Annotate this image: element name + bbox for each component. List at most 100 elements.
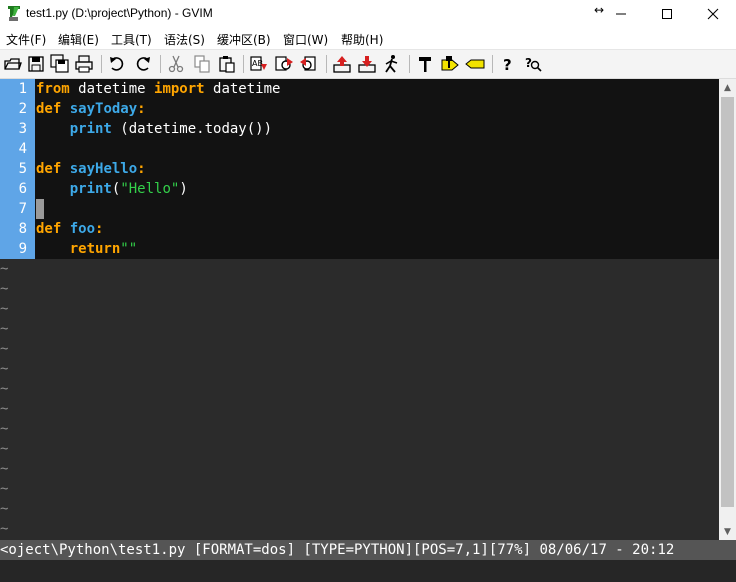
menu-window[interactable]: 窗口(W) bbox=[283, 31, 328, 48]
undo-icon[interactable] bbox=[107, 54, 127, 74]
code-token: sayHello bbox=[69, 161, 138, 177]
code-token: return bbox=[69, 241, 121, 257]
code-token: def bbox=[36, 101, 62, 117]
code-line[interactable]: 3 print (datetime.today()) bbox=[0, 119, 719, 139]
code-token: "Hello" bbox=[120, 181, 180, 197]
close-button[interactable] bbox=[690, 0, 736, 28]
code-token: "" bbox=[120, 241, 138, 257]
minimize-button[interactable] bbox=[598, 0, 644, 28]
code-token: datetime bbox=[69, 81, 155, 97]
line-code: def foo: bbox=[36, 219, 103, 239]
code-token: print bbox=[69, 181, 112, 197]
code-token: foo bbox=[69, 221, 96, 237]
code-line[interactable]: 6 print("Hello") bbox=[0, 179, 719, 199]
minimize-icon bbox=[616, 13, 626, 15]
line-code: return"" bbox=[36, 239, 137, 259]
menu-buffers[interactable]: 缓冲区(B) bbox=[217, 31, 271, 48]
save-all-icon[interactable] bbox=[50, 54, 70, 74]
menu-file[interactable]: 文件(F) bbox=[6, 31, 46, 48]
paste-icon[interactable] bbox=[217, 54, 237, 74]
chevron-down-icon: ▼ bbox=[724, 526, 731, 537]
open-icon[interactable] bbox=[3, 54, 23, 74]
run-script-icon[interactable] bbox=[382, 54, 402, 74]
menu-bar: 文件(F) 编辑(E) 工具(T) 语法(S) 缓冲区(B) 窗口(W) 帮助(… bbox=[0, 28, 736, 50]
empty-line-tilde: ~ bbox=[0, 401, 9, 417]
toolbar-separator bbox=[492, 55, 493, 73]
help-icon[interactable]: ? bbox=[498, 54, 518, 74]
empty-line-tilde: ~ bbox=[0, 501, 9, 517]
svg-text:?: ? bbox=[525, 56, 532, 70]
jump-tag-icon[interactable] bbox=[465, 54, 485, 74]
code-line[interactable]: 1 from datetime import datetime bbox=[0, 79, 719, 99]
status-line: <oject\Python\test1.py [FORMAT=dos] [TYP… bbox=[0, 540, 736, 560]
line-code: from datetime import datetime bbox=[36, 79, 280, 99]
toolbar-separator bbox=[326, 55, 327, 73]
menu-help[interactable]: 帮助(H) bbox=[341, 31, 383, 48]
line-code: def sayToday: bbox=[36, 99, 146, 119]
find-help-icon[interactable]: ? bbox=[523, 54, 543, 74]
make-icon[interactable] bbox=[415, 54, 435, 74]
code-line[interactable]: 5 def sayHello: bbox=[0, 159, 719, 179]
copy-icon[interactable] bbox=[192, 54, 212, 74]
window-title: test1.py (D:\project\Python) - GVIM bbox=[26, 6, 213, 20]
line-number: 1 bbox=[18, 81, 27, 97]
build-tags-icon[interactable] bbox=[440, 54, 460, 74]
scroll-up-button[interactable]: ▲ bbox=[719, 79, 736, 96]
code-token: : bbox=[137, 101, 146, 117]
scroll-down-button[interactable]: ▼ bbox=[719, 523, 736, 540]
close-icon bbox=[707, 8, 719, 20]
empty-line-tilde: ~ bbox=[0, 341, 9, 357]
line-number: 8 bbox=[18, 221, 27, 237]
empty-line-tilde: ~ bbox=[0, 321, 9, 337]
line-number: 4 bbox=[18, 141, 27, 157]
load-session-icon[interactable] bbox=[332, 54, 352, 74]
code-line[interactable]: 9 return"" bbox=[0, 239, 719, 259]
code-line[interactable]: 8 def foo: bbox=[0, 219, 719, 239]
text-cursor bbox=[36, 199, 44, 219]
print-icon[interactable] bbox=[74, 54, 94, 74]
line-number: 2 bbox=[18, 101, 27, 117]
scrollbar-thumb[interactable] bbox=[721, 97, 734, 507]
line-number: 6 bbox=[18, 181, 27, 197]
code-line[interactable]: 7 bbox=[0, 199, 719, 219]
empty-line-tilde: ~ bbox=[0, 521, 9, 537]
title-bar[interactable]: test1.py (D:\project\Python) - GVIM ↔ bbox=[0, 0, 736, 28]
cut-icon[interactable] bbox=[166, 54, 186, 74]
find-next-icon[interactable] bbox=[274, 54, 294, 74]
menu-tools[interactable]: 工具(T) bbox=[111, 31, 152, 48]
maximize-icon bbox=[662, 9, 672, 19]
svg-text:?: ? bbox=[503, 56, 512, 74]
vertical-scrollbar[interactable]: ▲ ▼ bbox=[719, 79, 736, 540]
save-session-icon[interactable] bbox=[357, 54, 377, 74]
find-replace-icon[interactable]: AB bbox=[249, 54, 269, 74]
chevron-up-icon: ▲ bbox=[724, 82, 731, 93]
line-number: 3 bbox=[18, 121, 27, 137]
find-prev-icon[interactable] bbox=[299, 54, 319, 74]
menu-syntax[interactable]: 语法(S) bbox=[164, 31, 205, 48]
empty-line-tilde: ~ bbox=[0, 301, 9, 317]
maximize-button[interactable] bbox=[644, 0, 690, 28]
svg-text:AB: AB bbox=[252, 59, 263, 68]
code-line[interactable]: 4 bbox=[0, 139, 719, 159]
code-line[interactable]: 2 def sayToday: bbox=[0, 99, 719, 119]
code-token: def bbox=[36, 221, 62, 237]
editor-area[interactable]: 1 from datetime import datetime 2 def sayTo… bbox=[0, 79, 719, 540]
command-line[interactable] bbox=[0, 560, 736, 582]
code-token: datetime bbox=[204, 81, 281, 97]
code-token: from bbox=[36, 81, 70, 97]
code-token: print bbox=[69, 121, 112, 137]
redo-icon[interactable] bbox=[133, 54, 153, 74]
empty-line-tilde: ~ bbox=[0, 421, 9, 437]
menu-edit[interactable]: 编辑(E) bbox=[58, 31, 99, 48]
save-icon[interactable] bbox=[26, 54, 46, 74]
code-token: sayToday bbox=[69, 101, 138, 117]
toolbar-separator bbox=[160, 55, 161, 73]
line-number: 7 bbox=[18, 201, 27, 217]
line-code: def sayHello: bbox=[36, 159, 146, 179]
line-number: 9 bbox=[18, 241, 27, 257]
code-token: (datetime.today()) bbox=[111, 121, 273, 137]
